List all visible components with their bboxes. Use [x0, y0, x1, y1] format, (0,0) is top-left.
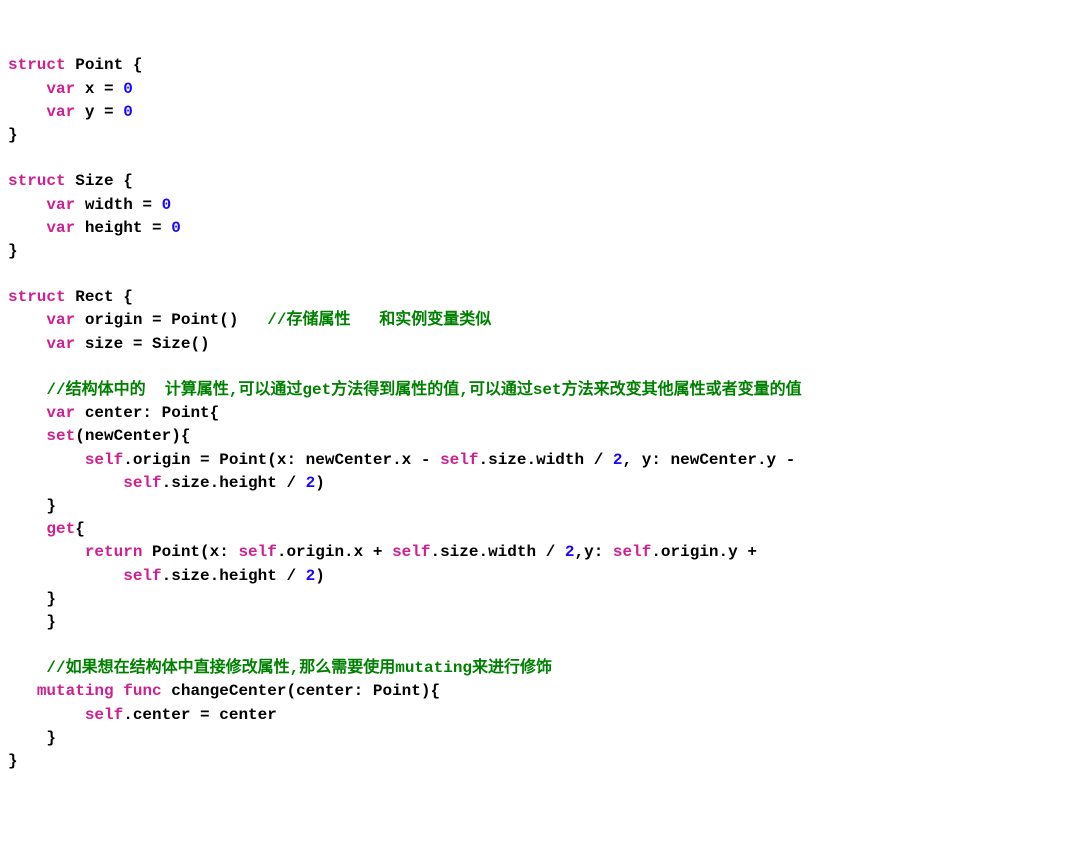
code-text: )	[315, 567, 325, 585]
keyword: return	[85, 543, 143, 561]
code-text: (newCenter){	[75, 427, 190, 445]
keyword: var	[8, 196, 75, 214]
code-text	[8, 474, 123, 492]
code-text	[8, 358, 46, 376]
code-text: size = Size()	[75, 335, 209, 353]
number: 0	[162, 196, 172, 214]
code-text: Point {	[66, 56, 143, 74]
comment: //结构体中的 计算属性,可以通过get方法得到属性的值,可以通过set方法来改…	[8, 381, 802, 399]
code-text	[8, 451, 85, 469]
number: 0	[123, 80, 133, 98]
number: 2	[565, 543, 575, 561]
code-text: , y: newCenter.y -	[623, 451, 796, 469]
code-text: height =	[75, 219, 171, 237]
number: 0	[123, 103, 133, 121]
code-text: changeCenter(center: Point){	[162, 682, 440, 700]
code-text: Size {	[66, 172, 133, 190]
code-text: Rect {	[66, 288, 133, 306]
code-text: }	[8, 497, 56, 515]
keyword: var	[8, 80, 75, 98]
number: 2	[613, 451, 623, 469]
number: 2	[306, 567, 316, 585]
keyword: var	[8, 404, 75, 422]
keyword: get	[8, 520, 75, 538]
keyword: var	[8, 219, 75, 237]
keyword: self	[85, 451, 123, 469]
keyword: struct	[8, 172, 66, 190]
code-text: y =	[75, 103, 123, 121]
code-text: .origin.y +	[651, 543, 757, 561]
keyword: self	[440, 451, 478, 469]
code-text: )	[315, 474, 325, 492]
code-text: }	[8, 729, 56, 747]
code-text: }	[8, 613, 56, 631]
code-text	[114, 682, 124, 700]
code-text	[8, 682, 37, 700]
keyword: var	[8, 103, 75, 121]
code-text: }	[8, 590, 56, 608]
code-text: width =	[75, 196, 161, 214]
code-text: .center = center	[123, 706, 277, 724]
code-text: .origin.x +	[277, 543, 392, 561]
code-text	[8, 636, 46, 654]
keyword: var	[8, 311, 75, 329]
keyword: self	[238, 543, 276, 561]
code-text: .origin = Point(x: newCenter.x -	[123, 451, 440, 469]
keyword: var	[8, 335, 75, 353]
keyword: self	[85, 706, 123, 724]
number: 0	[171, 219, 181, 237]
code-text: ,y:	[575, 543, 613, 561]
comment: //如果想在结构体中直接修改属性,那么需要使用mutating来进行修饰	[8, 659, 552, 677]
code-text: {	[75, 520, 85, 538]
code-text: .size.width /	[478, 451, 612, 469]
keyword: self	[613, 543, 651, 561]
comment: //存储属性 和实例变量类似	[267, 311, 491, 329]
code-text: }	[8, 126, 18, 144]
code-text: .size.height /	[162, 474, 306, 492]
code-text: x =	[75, 80, 123, 98]
number: 2	[306, 474, 316, 492]
code-text: }	[8, 752, 18, 770]
keyword: self	[123, 567, 161, 585]
code-text	[8, 567, 123, 585]
code-block: struct Point { var x = 0 var y = 0 } str…	[8, 54, 1075, 773]
code-text: origin = Point()	[75, 311, 267, 329]
code-text: }	[8, 242, 18, 260]
keyword: struct	[8, 56, 66, 74]
keyword: mutating	[37, 682, 114, 700]
code-text: center: Point{	[75, 404, 219, 422]
code-text: Point(x:	[142, 543, 238, 561]
keyword: func	[123, 682, 161, 700]
keyword: self	[392, 543, 430, 561]
code-text: .size.width /	[430, 543, 564, 561]
code-text	[8, 706, 85, 724]
code-text	[8, 543, 85, 561]
code-text: .size.height /	[162, 567, 306, 585]
keyword: struct	[8, 288, 66, 306]
keyword: self	[123, 474, 161, 492]
keyword: set	[8, 427, 75, 445]
